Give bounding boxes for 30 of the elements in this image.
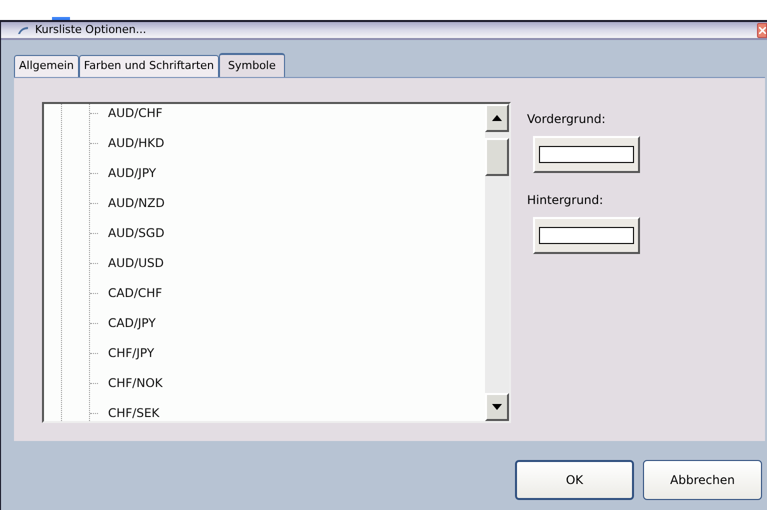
up-arrow-icon — [492, 115, 502, 121]
color-picker-button[interactable] — [533, 136, 640, 173]
cancel-button[interactable]: Abbrechen — [643, 460, 762, 500]
ok-button[interactable]: OK — [515, 460, 634, 500]
down-arrow-icon — [492, 404, 502, 410]
window-title: Kursliste Optionen... — [35, 22, 146, 38]
color-label: Hintergrund: — [527, 192, 604, 209]
color-label: Vordergrund: — [527, 111, 606, 128]
tree-item[interactable]: CHF/NOK — [108, 374, 163, 392]
close-icon — [758, 26, 766, 34]
tree-item[interactable]: CAD/CHF — [108, 284, 162, 302]
tree-item[interactable]: AUD/USD — [108, 254, 164, 272]
tree-item[interactable]: AUD/SGD — [108, 224, 164, 242]
tree-item[interactable]: CAD/JPY — [108, 314, 156, 332]
scroll-down-button[interactable] — [485, 393, 509, 421]
tree-item[interactable]: AUD/HKD — [108, 134, 164, 152]
tab[interactable]: Symbole — [219, 53, 285, 78]
tree-item[interactable]: CHF/SEK — [108, 404, 160, 421]
tree-item[interactable]: CHF/JPY — [108, 344, 154, 362]
scroll-thumb[interactable] — [485, 138, 509, 176]
scrollbar[interactable] — [485, 104, 509, 421]
tree-item[interactable]: AUD/CHF — [108, 104, 163, 122]
tab[interactable]: Farben und Schriftarten — [78, 55, 220, 77]
tree-item[interactable]: AUD/NZD — [108, 194, 165, 212]
close-button[interactable] — [757, 22, 767, 38]
app-logo-icon — [17, 26, 29, 34]
color-picker-button[interactable] — [533, 217, 640, 254]
tab[interactable]: Allgemein — [14, 55, 79, 77]
tree-item[interactable]: AUD/JPY — [108, 164, 156, 182]
scroll-up-button[interactable] — [485, 104, 509, 132]
